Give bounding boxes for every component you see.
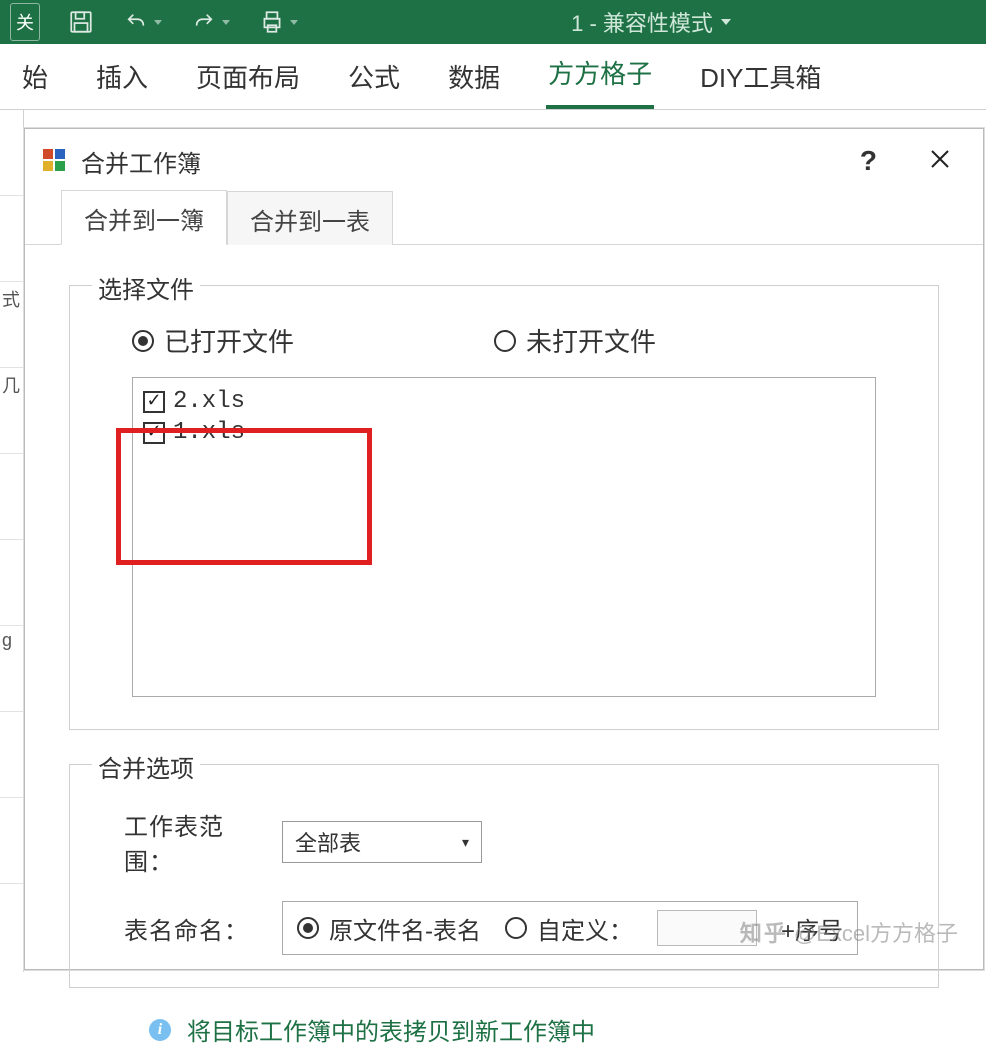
custom-name-input[interactable] (657, 910, 757, 946)
ribbon-tab-fangfang[interactable]: 方方格子 (546, 44, 654, 109)
naming-row: 表名命名： 原文件名-表名 自定义： +序号 (84, 889, 924, 967)
tab-merge-to-workbook[interactable]: 合并到一簿 (61, 190, 227, 245)
tab-merge-to-sheet[interactable]: 合并到一表 (227, 191, 393, 245)
radio-indicator (505, 917, 527, 939)
radio-unopened-files[interactable]: 未打开文件 (494, 322, 656, 359)
gutter-cell (0, 798, 23, 884)
radio-label: 未打开文件 (526, 322, 656, 359)
redo-icon[interactable] (190, 11, 230, 33)
gutter-cell (0, 196, 23, 282)
naming-label: 表名命名： (124, 911, 264, 946)
file-list[interactable]: 2.xls 1.xls (132, 377, 876, 697)
ribbon-tab-pagelayout[interactable]: 页面布局 (194, 48, 302, 109)
dialog-title: 合并工作簿 (81, 144, 822, 179)
file-list-item[interactable]: 1.xls (143, 417, 865, 448)
gutter-cell: 式 (0, 282, 23, 368)
document-title: 1 - 兼容性模式 (326, 6, 976, 38)
sheet-range-row: 工作表范围： 全部表 ▾ (84, 795, 924, 889)
radio-label: 已打开文件 (164, 322, 294, 359)
close-icon[interactable] (915, 146, 965, 177)
sheet-range-label: 工作表范围： (124, 807, 264, 877)
radio-indicator-checked (297, 917, 319, 939)
radio-naming-original[interactable]: 原文件名-表名 (297, 911, 481, 946)
sheet-gutter: 式 几 g (0, 110, 24, 972)
merge-options-group: 合并选项 工作表范围： 全部表 ▾ 表名命名： 原文件名-表名 (69, 764, 939, 988)
dialog-app-icon (43, 149, 67, 173)
ribbon-tab-insert[interactable]: 插入 (94, 48, 150, 109)
radio-label: 自定义： (537, 911, 633, 946)
gutter-cell: 几 (0, 368, 23, 454)
help-button[interactable]: ? (836, 145, 901, 177)
naming-options: 原文件名-表名 自定义： +序号 (282, 901, 858, 955)
file-name: 2.xls (173, 388, 245, 415)
close-button[interactable]: 关 (10, 3, 40, 41)
radio-opened-files[interactable]: 已打开文件 (132, 322, 294, 359)
app-titlebar: 关 1 - 兼容性模式 (0, 0, 986, 44)
gutter-cell (0, 110, 23, 196)
gutter-cell: g (0, 626, 23, 712)
radio-indicator (494, 330, 516, 352)
radio-naming-custom[interactable]: 自定义： (505, 911, 633, 946)
sheet-range-select[interactable]: 全部表 ▾ (282, 821, 482, 863)
select-files-group: 选择文件 已打开文件 未打开文件 2.xls 1.xls (69, 285, 939, 730)
naming-suffix: +序号 (781, 911, 843, 946)
gutter-cell (0, 454, 23, 540)
save-icon[interactable] (68, 9, 94, 35)
ribbon-tab-data[interactable]: 数据 (446, 48, 502, 109)
dialog-tabstrip: 合并到一簿 合并到一表 (25, 193, 983, 245)
group-legend: 合并选项 (92, 749, 200, 784)
file-list-item[interactable]: 2.xls (143, 386, 865, 417)
merge-workbook-dialog: 合并工作簿 ? 合并到一簿 合并到一表 选择文件 已打开文件 未打开文件 (24, 128, 984, 970)
info-icon: i (149, 1019, 171, 1041)
dialog-panel: 选择文件 已打开文件 未打开文件 2.xls 1.xls (25, 245, 983, 1047)
chevron-down-icon: ▾ (462, 834, 469, 851)
checkbox-checked[interactable] (143, 391, 165, 413)
radio-indicator-checked (132, 330, 154, 352)
ribbon-tab-formulas[interactable]: 公式 (346, 48, 402, 109)
info-text: 将目标工作簿中的表拷贝到新工作簿中 (187, 1012, 595, 1047)
undo-icon[interactable] (122, 11, 162, 33)
ribbon-tabs: 始 插入 页面布局 公式 数据 方方格子 DIY工具箱 (0, 44, 986, 110)
chevron-down-icon[interactable] (721, 17, 731, 27)
ribbon-tab-start[interactable]: 始 (20, 48, 50, 109)
radio-label: 原文件名-表名 (329, 911, 481, 946)
select-value: 全部表 (295, 826, 361, 858)
group-legend: 选择文件 (92, 270, 200, 305)
file-source-radios: 已打开文件 未打开文件 (84, 316, 924, 377)
info-message: i 将目标工作簿中的表拷贝到新工作簿中 (69, 988, 939, 1047)
gutter-cell (0, 540, 23, 626)
file-name: 1.xls (173, 419, 245, 446)
gutter-cell (0, 712, 23, 798)
ribbon-tab-diy[interactable]: DIY工具箱 (698, 48, 823, 109)
dialog-header: 合并工作簿 ? (25, 129, 983, 193)
print-icon[interactable] (258, 9, 298, 35)
checkbox-checked[interactable] (143, 422, 165, 444)
